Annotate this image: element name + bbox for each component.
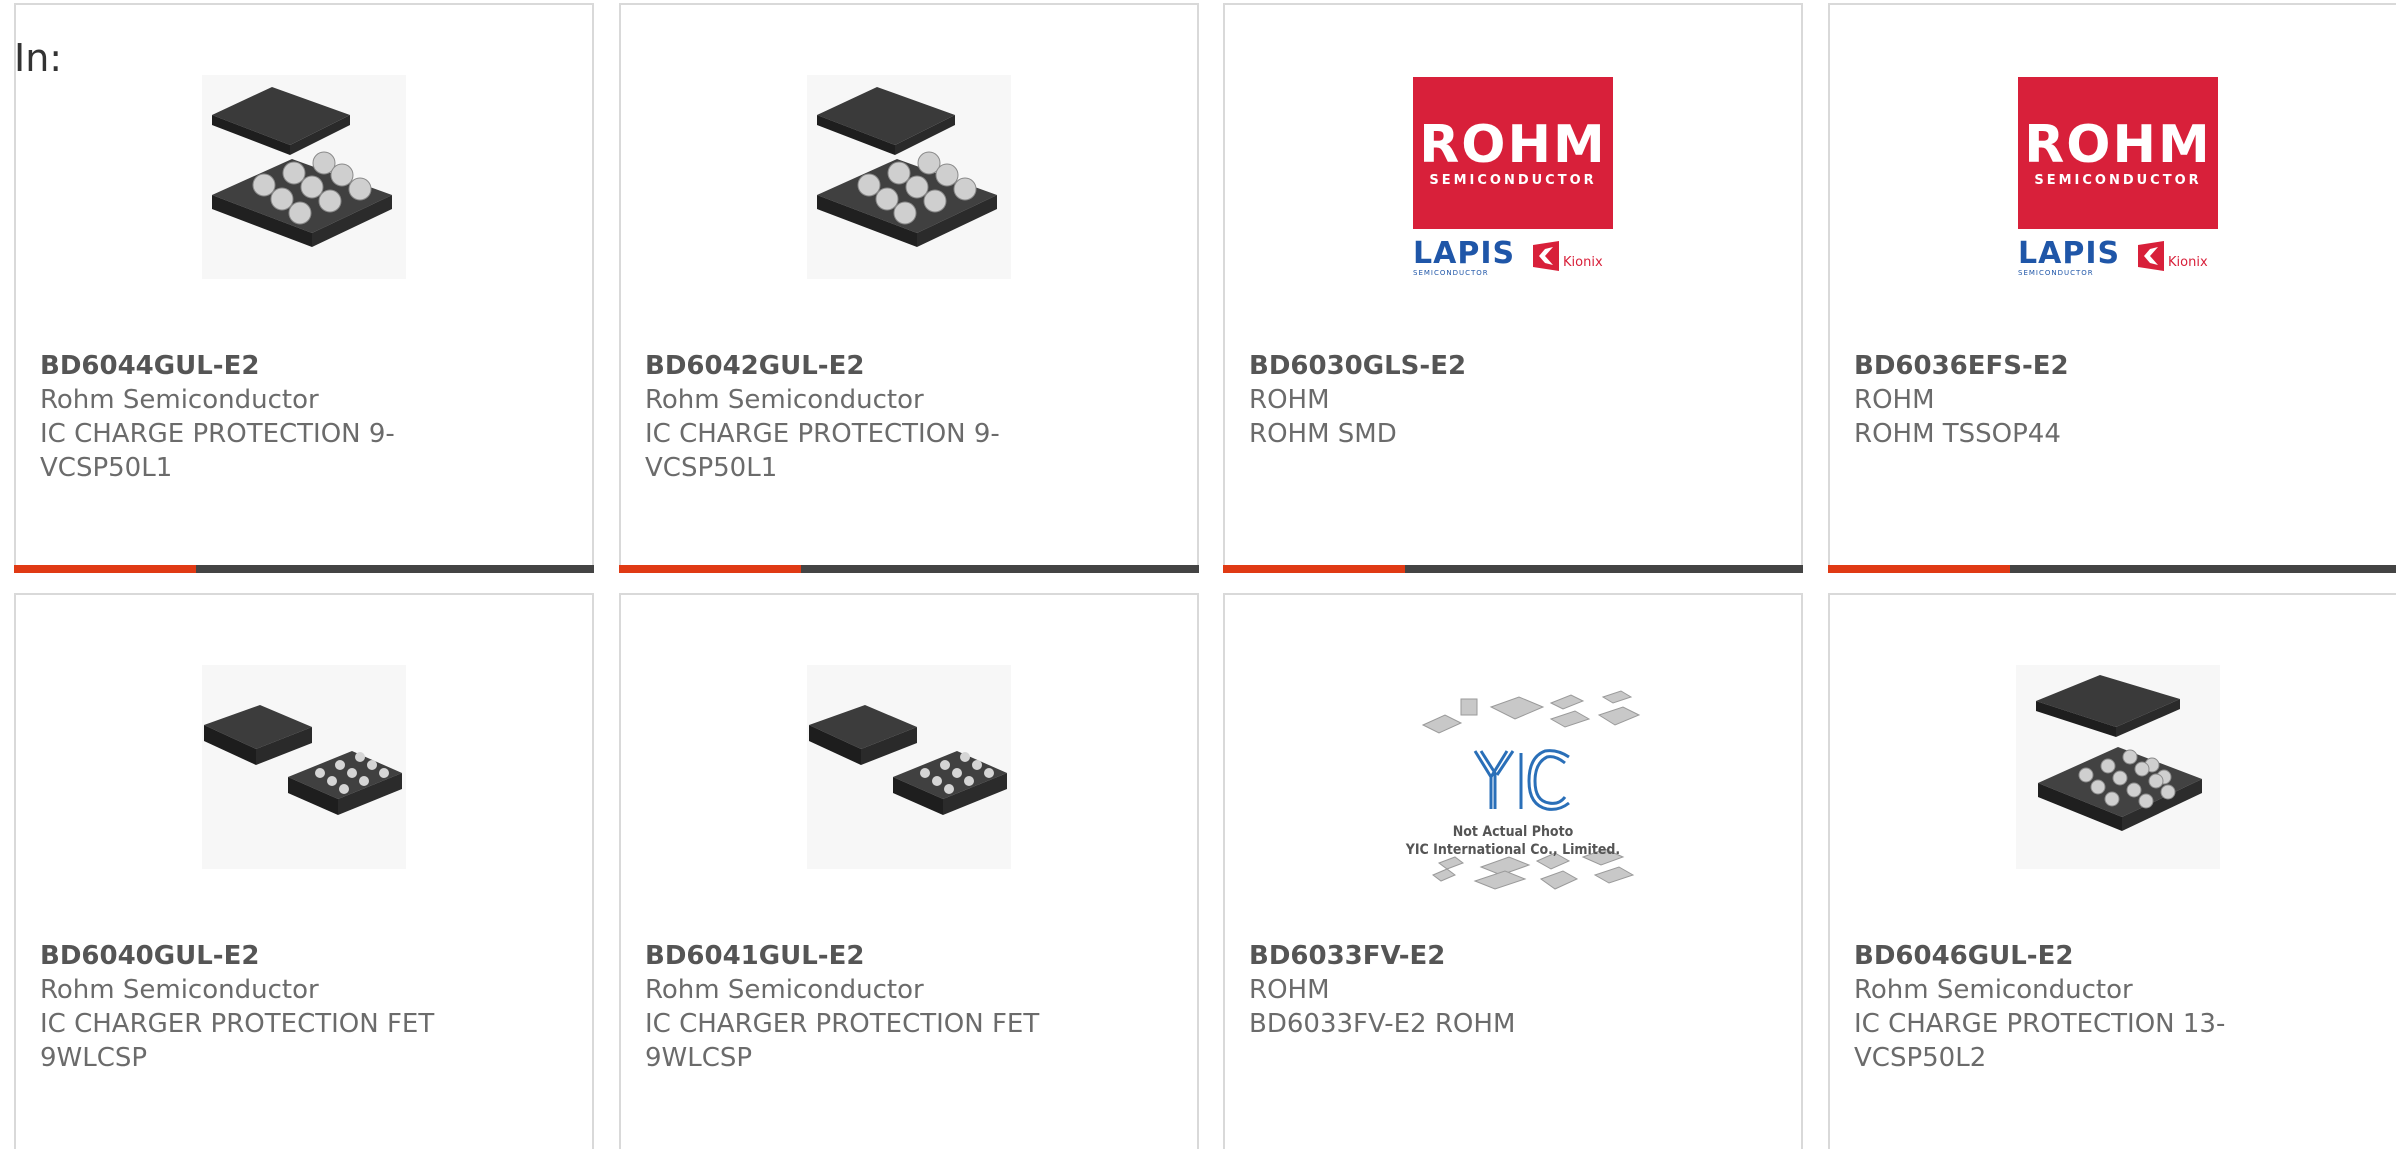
kionix-logo-text: Kionix xyxy=(1563,255,1603,270)
card-footer-bar xyxy=(14,565,594,573)
lapis-kionix-logos: LAPIS SEMICONDUCTOR Kionix xyxy=(2018,239,2218,279)
product-description: IC CHARGE PROTECTION 9-VCSP50L1 xyxy=(645,419,1000,483)
product-info: BD6040GUL-E2 Rohm Semiconductor IC CHARG… xyxy=(40,939,568,1075)
product-card[interactable]: Not Actual Photo YIC International Co., … xyxy=(1223,593,1803,1149)
yic-placeholder-image[interactable]: Not Actual Photo YIC International Co., … xyxy=(1383,685,1643,925)
manufacturer-name: ROHM xyxy=(1854,385,1935,415)
product-card[interactable]: BD6046GUL-E2 Rohm Semiconductor IC CHARG… xyxy=(1828,593,2396,1149)
product-card[interactable]: ROHM SEMICONDUCTOR LAPIS SEMICONDUCTOR K… xyxy=(1828,3,2396,573)
lapis-logo-text: LAPIS xyxy=(1413,236,1516,271)
part-number[interactable]: BD6033FV-E2 xyxy=(1249,939,1777,973)
bga-chip-13-ball-icon[interactable] xyxy=(2016,665,2220,869)
wlcsp-chip-pair-icon[interactable] xyxy=(202,665,406,869)
yic-logo-icon xyxy=(1473,749,1570,811)
manufacturer-name: Rohm Semiconductor xyxy=(40,385,319,415)
filter-prefix-label: In: xyxy=(14,36,63,80)
rohm-logo-badge: ROHM SEMICONDUCTOR xyxy=(1413,77,1613,229)
product-card[interactable]: BD6044GUL-E2 Rohm Semiconductor IC CHARG… xyxy=(14,3,594,573)
kionix-logo-icon xyxy=(1533,241,1559,271)
card-footer-accent xyxy=(1223,565,1405,573)
card-footer-accent xyxy=(619,565,801,573)
manufacturer-name: ROHM xyxy=(1249,975,1330,1005)
rohm-logo-subtitle: SEMICONDUCTOR xyxy=(1429,173,1597,188)
card-footer-accent xyxy=(1828,565,2010,573)
bga-chip-9-ball-icon[interactable] xyxy=(202,75,406,279)
product-card[interactable]: BD6042GUL-E2 Rohm Semiconductor IC CHARG… xyxy=(619,3,1199,573)
part-number[interactable]: BD6040GUL-E2 xyxy=(40,939,568,973)
part-number[interactable]: BD6044GUL-E2 xyxy=(40,349,568,383)
part-number[interactable]: BD6030GLS-E2 xyxy=(1249,349,1777,383)
part-number[interactable]: BD6046GUL-E2 xyxy=(1854,939,2382,973)
placeholder-company: YIC International Co., Limited. xyxy=(1405,842,1621,858)
lapis-logo-subtext: SEMICONDUCTOR xyxy=(2018,269,2094,277)
card-footer-accent xyxy=(14,565,196,573)
part-number[interactable]: BD6041GUL-E2 xyxy=(645,939,1173,973)
product-description: ROHM TSSOP44 xyxy=(1854,419,2061,449)
rohm-logo-subtitle: SEMICONDUCTOR xyxy=(2034,173,2202,188)
product-description: IC CHARGE PROTECTION 13-VCSP50L2 xyxy=(1854,1009,2226,1073)
product-description: IC CHARGER PROTECTION FET 9WLCSP xyxy=(40,1009,435,1073)
card-footer-bar xyxy=(1828,565,2396,573)
lapis-kionix-logos: LAPIS SEMICONDUCTOR Kionix xyxy=(1413,239,1613,279)
product-info: BD6046GUL-E2 Rohm Semiconductor IC CHARG… xyxy=(1854,939,2382,1075)
card-footer-bar xyxy=(1223,565,1803,573)
kionix-logo-icon xyxy=(2138,241,2164,271)
placeholder-note: Not Actual Photo xyxy=(1452,824,1574,840)
product-card[interactable]: ROHM SEMICONDUCTOR LAPIS SEMICONDUCTOR K… xyxy=(1223,3,1803,573)
lapis-logo-text: LAPIS xyxy=(2018,236,2121,271)
product-info: BD6041GUL-E2 Rohm Semiconductor IC CHARG… xyxy=(645,939,1173,1075)
product-info: BD6030GLS-E2 ROHM ROHM SMD xyxy=(1249,349,1777,451)
manufacturer-name: Rohm Semiconductor xyxy=(40,975,319,1005)
product-description: IC CHARGER PROTECTION FET 9WLCSP xyxy=(645,1009,1040,1073)
rohm-logo-title: ROHM xyxy=(2024,115,2212,175)
manufacturer-name: Rohm Semiconductor xyxy=(645,975,924,1005)
product-info: BD6044GUL-E2 Rohm Semiconductor IC CHARG… xyxy=(40,349,568,485)
manufacturer-name: Rohm Semiconductor xyxy=(1854,975,2133,1005)
product-info: BD6042GUL-E2 Rohm Semiconductor IC CHARG… xyxy=(645,349,1173,485)
rohm-logo[interactable]: ROHM SEMICONDUCTOR LAPIS SEMICONDUCTOR K… xyxy=(2016,75,2220,279)
rohm-logo-badge: ROHM SEMICONDUCTOR xyxy=(2018,77,2218,229)
product-grid-page: In: BD6044GUL-E2 Rohm Semiconductor IC C… xyxy=(0,0,2396,1149)
manufacturer-name: Rohm Semiconductor xyxy=(645,385,924,415)
product-description: BD6033FV-E2 ROHM xyxy=(1249,1009,1516,1039)
part-number[interactable]: BD6042GUL-E2 xyxy=(645,349,1173,383)
lapis-logo-subtext: SEMICONDUCTOR xyxy=(1413,269,1489,277)
product-info: BD6036EFS-E2 ROHM ROHM TSSOP44 xyxy=(1854,349,2382,451)
card-footer-bar xyxy=(619,565,1199,573)
product-description: IC CHARGE PROTECTION 9-VCSP50L1 xyxy=(40,419,395,483)
wlcsp-chip-pair-icon[interactable] xyxy=(807,665,1011,869)
product-info: BD6033FV-E2 ROHM BD6033FV-E2 ROHM xyxy=(1249,939,1777,1041)
product-card[interactable]: BD6041GUL-E2 Rohm Semiconductor IC CHARG… xyxy=(619,593,1199,1149)
product-description: ROHM SMD xyxy=(1249,419,1397,449)
manufacturer-name: ROHM xyxy=(1249,385,1330,415)
kionix-logo-text: Kionix xyxy=(2168,255,2208,270)
product-card[interactable]: BD6040GUL-E2 Rohm Semiconductor IC CHARG… xyxy=(14,593,594,1149)
part-number[interactable]: BD6036EFS-E2 xyxy=(1854,349,2382,383)
bga-chip-9-ball-icon[interactable] xyxy=(807,75,1011,279)
rohm-logo[interactable]: ROHM SEMICONDUCTOR LAPIS SEMICONDUCTOR K… xyxy=(1411,75,1615,279)
rohm-logo-title: ROHM xyxy=(1419,115,1607,175)
